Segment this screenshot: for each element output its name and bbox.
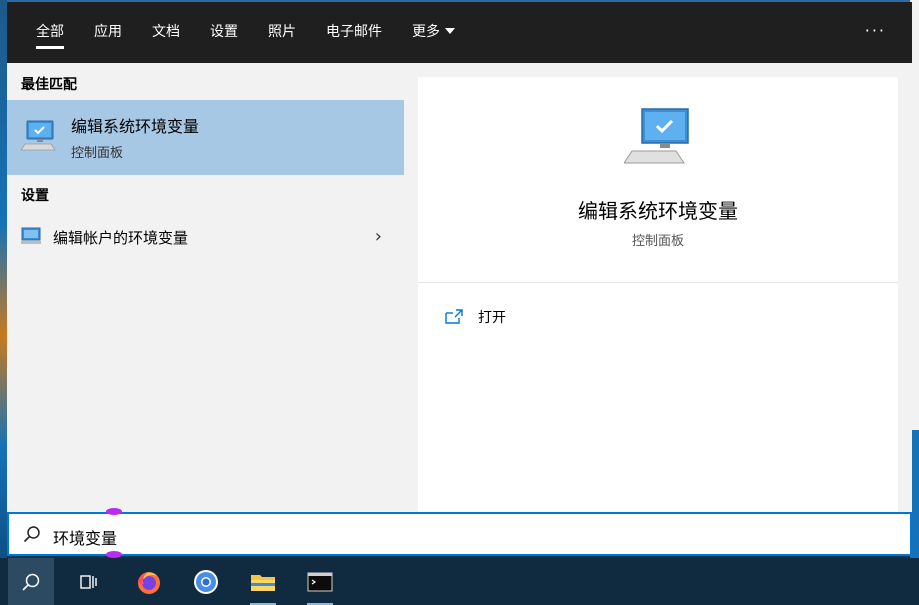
computer-settings-icon	[624, 108, 689, 164]
terminal-taskbar-button[interactable]	[297, 558, 343, 605]
caret-down-icon	[445, 28, 455, 34]
taskbar	[0, 558, 919, 605]
computer-settings-icon	[21, 120, 56, 151]
best-match-heading: 最佳匹配	[21, 77, 77, 93]
results-list: 最佳匹配 编辑系统环境变量 控制面板 设置 编辑帐户的环境变量 ›	[7, 63, 404, 512]
preview-title: 编辑系统环境变量	[578, 199, 738, 223]
task-view-button[interactable]	[66, 558, 112, 605]
tab-documents[interactable]: 文档	[137, 2, 195, 63]
file-explorer-icon	[251, 574, 275, 591]
open-label: 打开	[478, 310, 506, 326]
taskbar-search-button[interactable]	[8, 558, 54, 605]
settings-result-label: 编辑帐户的环境变量	[53, 229, 189, 247]
firefox-taskbar-button[interactable]	[126, 558, 172, 605]
tab-all[interactable]: 全部	[21, 2, 79, 63]
open-external-icon	[445, 309, 463, 324]
terminal-icon	[307, 572, 333, 591]
chromium-taskbar-button[interactable]	[183, 558, 229, 605]
best-match-result[interactable]: 编辑系统环境变量 控制面板	[7, 100, 404, 175]
text-cursor-handle-top	[106, 508, 122, 515]
search-input[interactable]: 环境变量	[53, 525, 117, 549]
search-icon	[23, 526, 40, 543]
preview-subtitle: 控制面板	[631, 234, 684, 249]
preview-pane: 编辑系统环境变量 控制面板 打开	[418, 77, 898, 512]
preview-divider	[418, 282, 898, 283]
tab-email[interactable]: 电子邮件	[311, 2, 397, 63]
chevron-right-icon[interactable]: ›	[375, 226, 382, 247]
best-match-subtitle: 控制面板	[71, 146, 124, 161]
tab-more[interactable]: 更多	[397, 2, 470, 63]
firefox-icon	[138, 571, 160, 594]
chromium-icon	[194, 569, 218, 594]
desktop-background-left	[0, 0, 7, 560]
open-button[interactable]: 打开	[444, 305, 506, 329]
more-options-button[interactable]: ···	[865, 2, 886, 63]
settings-result-item[interactable]: 编辑帐户的环境变量 ›	[7, 218, 404, 256]
best-match-title: 编辑系统环境变量	[71, 117, 200, 136]
search-icon	[22, 573, 40, 591]
tab-photos[interactable]: 照片	[253, 2, 311, 63]
tab-settings[interactable]: 设置	[195, 2, 253, 63]
search-box[interactable]: 环境变量	[7, 512, 912, 556]
task-view-icon	[80, 574, 97, 589]
filter-tab-bar: 全部 应用 文档 设置 照片 电子邮件 更多 ···	[7, 2, 912, 63]
monitor-icon	[21, 227, 41, 244]
search-results-panel: 全部 应用 文档 设置 照片 电子邮件 更多 ··· 最佳匹配 编辑系统环境变量…	[7, 2, 912, 512]
text-cursor-handle-bottom	[106, 551, 122, 558]
file-explorer-taskbar-button[interactable]	[240, 558, 286, 605]
settings-heading: 设置	[21, 188, 49, 204]
tab-apps[interactable]: 应用	[79, 2, 137, 63]
tab-more-label: 更多	[412, 24, 440, 40]
